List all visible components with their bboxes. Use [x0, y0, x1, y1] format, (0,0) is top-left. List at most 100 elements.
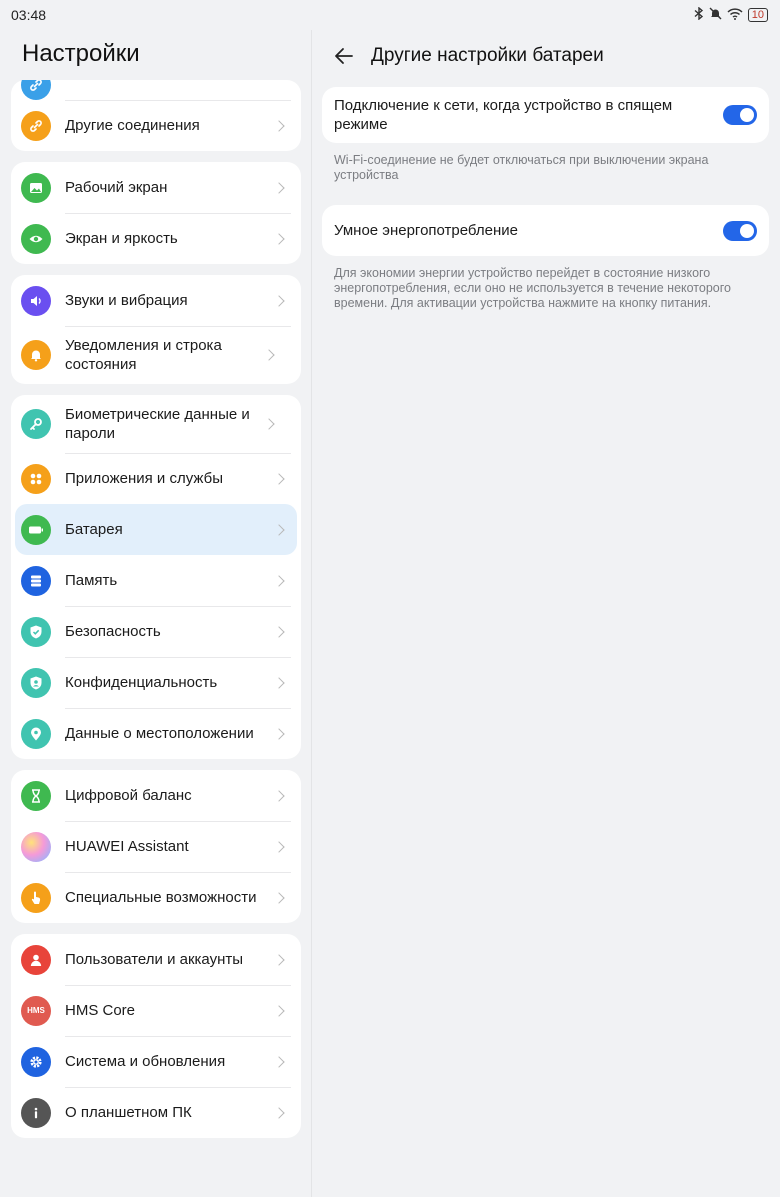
settings-item-label: Данные о местоположении: [65, 725, 254, 742]
wifi-sleep-label: Подключение к сети, когда устройство в с…: [334, 97, 673, 133]
smart-power-label: Умное энергопотребление: [334, 222, 518, 239]
settings-item[interactable]: Безопасность: [21, 606, 291, 657]
battery-level: 10: [747, 8, 768, 22]
assistant-icon: [21, 831, 51, 862]
settings-item[interactable]: Звуки и вибрация: [21, 275, 291, 326]
settings-item[interactable]: [21, 80, 291, 100]
chevron-right-icon: [273, 574, 285, 587]
settings-group: Звуки и вибрация Уведомления и строка сос…: [11, 275, 301, 384]
settings-item[interactable]: Пользователи и аккаунты: [21, 934, 291, 985]
settings-item[interactable]: Экран и яркость: [21, 213, 291, 264]
chevron-right-icon: [273, 119, 285, 132]
back-arrow-icon: [335, 48, 353, 64]
bluetooth-icon: [694, 6, 704, 23]
shield-icon: [21, 616, 51, 647]
settings-item-label: Пользователи и аккаунты: [65, 951, 244, 968]
settings-group: Пользователи и аккаунты HMS HMS Core Систем…: [11, 934, 301, 1138]
settings-item-label: Другие соединения: [65, 117, 200, 134]
settings-item[interactable]: Биометрические данные и пароли: [21, 395, 291, 453]
apps-icon: [21, 463, 51, 494]
settings-item-label: HUAWEI Assistant: [65, 838, 189, 855]
detail-pane: Другие настройки батареи Подключение к с…: [312, 30, 780, 1197]
settings-group: Цифровой баланс HUAWEI Assistant Специальн…: [11, 770, 301, 923]
settings-item[interactable]: HUAWEI Assistant: [21, 821, 291, 872]
battery-icon: [21, 514, 51, 545]
settings-item[interactable]: Данные о местоположении: [21, 708, 291, 759]
smart-power-toggle[interactable]: [723, 221, 757, 241]
hms-icon: HMS: [21, 995, 51, 1026]
settings-group: Биометрические данные и пароли Приложения…: [11, 395, 301, 759]
settings-item-label: Уведомления и строка состояния: [65, 337, 222, 373]
link-icon: [21, 110, 51, 141]
settings-item-label: HMS Core: [65, 1002, 136, 1019]
settings-item-label: О планшетном ПК: [65, 1104, 192, 1121]
speaker-icon: [21, 285, 51, 316]
settings-item-label: Экран и яркость: [65, 230, 178, 247]
settings-item[interactable]: Конфиденциальность: [21, 657, 291, 708]
chevron-right-icon: [273, 181, 285, 194]
key-icon: [21, 409, 51, 439]
settings-item[interactable]: Память: [21, 555, 291, 606]
chevron-right-icon: [273, 523, 285, 536]
wifi-sleep-toggle[interactable]: [723, 105, 757, 125]
settings-group: Рабочий экран Экран и яркость: [11, 162, 301, 264]
settings-item-label: Рабочий экран: [65, 179, 168, 196]
settings-item-label: Звуки и вибрация: [65, 292, 188, 309]
image-icon: [21, 172, 51, 203]
chevron-right-icon: [273, 727, 285, 740]
chevron-right-icon: [263, 349, 275, 361]
bell-icon: [21, 340, 51, 370]
settings-item-label: Система и обновления: [65, 1053, 226, 1070]
chevron-right-icon: [273, 840, 285, 853]
settings-item-label: Конфиденциальность: [65, 674, 218, 691]
chevron-right-icon: [273, 294, 285, 307]
settings-item-label: Специальные возможности: [65, 889, 257, 906]
page-title: Другие настройки батареи: [371, 45, 604, 66]
mute-icon: [709, 7, 722, 23]
chevron-right-icon: [273, 472, 285, 485]
chevron-right-icon: [273, 1055, 285, 1068]
settings-item-label: Биометрические данные и пароли: [65, 406, 250, 442]
settings-item[interactable]: Цифровой баланс: [21, 770, 291, 821]
hand-icon: [21, 882, 51, 913]
settings-item[interactable]: Специальные возможности: [21, 872, 291, 923]
sidebar-title: Настройки: [22, 40, 140, 67]
smart-power-description: Для экономии энергии устройство перейдет…: [334, 266, 731, 310]
location-icon: [21, 718, 51, 749]
chevron-right-icon: [273, 891, 285, 904]
wifi-sleep-setting[interactable]: Подключение к сети, когда устройство в с…: [322, 87, 769, 143]
chevron-right-icon: [273, 1004, 285, 1017]
user-icon: [21, 944, 51, 975]
settings-list: Другие соединения Рабочий экран Экран и яр…: [11, 80, 301, 1149]
settings-item[interactable]: Рабочий экран: [21, 162, 291, 213]
privacy-icon: [21, 667, 51, 698]
settings-item[interactable]: Другие соединения: [21, 100, 291, 151]
settings-item[interactable]: Уведомления и строка состояния: [21, 326, 291, 384]
chevron-right-icon: [273, 625, 285, 638]
settings-group: Другие соединения: [11, 80, 301, 151]
settings-item-label: Память: [65, 572, 118, 589]
chevron-right-icon: [273, 1106, 285, 1119]
chevron-right-icon: [273, 676, 285, 689]
settings-item[interactable]: HMS HMS Core: [21, 985, 291, 1036]
settings-item-label: Цифровой баланс: [65, 787, 192, 804]
smart-power-setting[interactable]: Умное энергопотребление: [322, 205, 769, 256]
info-icon: [21, 1097, 51, 1128]
status-icons: 10: [694, 6, 768, 23]
settings-item[interactable]: Батарея: [15, 504, 297, 555]
settings-sidebar: Настройки Другие соединения Рабочий экран…: [0, 30, 311, 1197]
status-time: 03:48: [11, 7, 47, 23]
gear-icon: [21, 1046, 51, 1077]
settings-item-label: Батарея: [65, 521, 123, 538]
storage-icon: [21, 565, 51, 596]
eye-icon: [21, 223, 51, 254]
link-icon: [21, 80, 51, 100]
settings-item[interactable]: О планшетном ПК: [21, 1087, 291, 1138]
wifi-icon: [727, 7, 743, 23]
status-bar: 03:48 10: [0, 0, 780, 30]
back-button[interactable]: [332, 44, 356, 68]
settings-item-label: Приложения и службы: [65, 470, 223, 487]
settings-item[interactable]: Система и обновления: [21, 1036, 291, 1087]
chevron-right-icon: [273, 953, 285, 966]
settings-item[interactable]: Приложения и службы: [21, 453, 291, 504]
